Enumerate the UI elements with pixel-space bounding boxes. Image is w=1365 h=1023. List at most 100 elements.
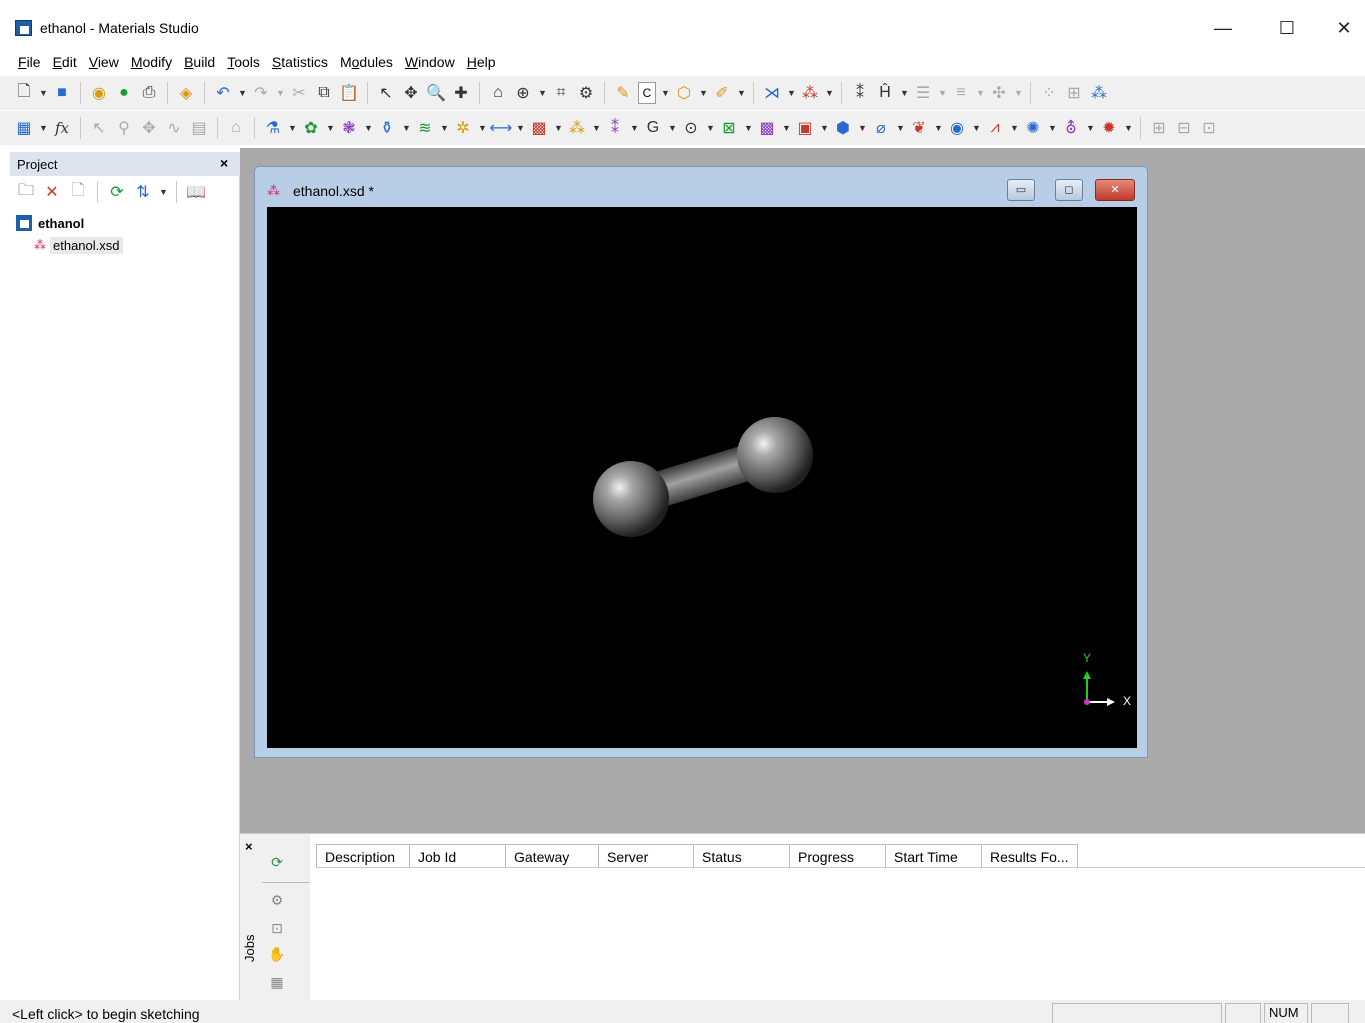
chevron-down-icon[interactable]: ▼ [238, 88, 247, 98]
translate-icon[interactable]: ✚ [451, 83, 471, 103]
chevron-down-icon[interactable]: ▼ [972, 123, 981, 133]
chevron-down-icon[interactable]: ▼ [976, 88, 985, 98]
fit-screen-icon[interactable]: ⌗ [551, 83, 571, 103]
chevron-down-icon[interactable]: ▼ [938, 88, 947, 98]
menu-build[interactable]: Build [178, 52, 221, 74]
tree-root[interactable]: ethanol [16, 212, 236, 234]
close-button[interactable]: ✕ [1316, 8, 1365, 48]
column-header-progress[interactable]: Progress [790, 844, 886, 868]
job-stop-icon[interactable]: ⊡ [266, 920, 288, 940]
menu-modify[interactable]: Modify [125, 52, 178, 74]
chevron-down-icon[interactable]: ▼ [516, 123, 525, 133]
sort-icon[interactable]: ⇅ [133, 182, 153, 202]
table-insert-icon[interactable]: ⊟ [1174, 118, 1194, 138]
document-close-button[interactable]: ✕ [1095, 179, 1135, 201]
chevron-down-icon[interactable]: ▼ [820, 123, 829, 133]
menu-view[interactable]: View [83, 52, 125, 74]
module-forcite-icon[interactable]: ⁂ [567, 118, 587, 138]
job-properties-icon[interactable]: ⚙ [266, 892, 288, 912]
chart-icon[interactable]: ▤ [189, 118, 209, 138]
module-synthia-icon[interactable]: ❦ [909, 118, 929, 138]
chevron-down-icon[interactable]: ▼ [1048, 123, 1057, 133]
menu-help[interactable]: Help [461, 52, 502, 74]
molecule-icon[interactable]: ⁂ [1089, 83, 1109, 103]
sketch-pencil-icon[interactable]: ✎ [613, 83, 633, 103]
module-mesodyn-icon[interactable]: ⊙ [681, 118, 701, 138]
chevron-down-icon[interactable]: ▼ [39, 88, 48, 98]
column-header-results-folder[interactable]: Results Fo... [982, 844, 1078, 868]
cut-icon[interactable]: ✂ [289, 83, 309, 103]
3d-viewport[interactable]: Y X [267, 207, 1137, 748]
document-maximize-button[interactable]: ◻ [1055, 179, 1083, 201]
chevron-down-icon[interactable]: ▼ [699, 88, 708, 98]
module-sorption-icon[interactable]: ⌀ [871, 118, 891, 138]
refresh-icon[interactable]: ⟳ [107, 182, 127, 202]
chevron-down-icon[interactable]: ▼ [787, 88, 796, 98]
chevron-down-icon[interactable]: ▼ [934, 123, 943, 133]
chevron-down-icon[interactable]: ▼ [630, 123, 639, 133]
module-vamp-icon[interactable]: ◉ [947, 118, 967, 138]
sketch-fragment-icon[interactable]: ✐ [712, 83, 732, 103]
refresh-icon[interactable]: ⟳ [266, 854, 288, 874]
module-dpd-icon[interactable]: ▩ [529, 118, 549, 138]
bond-icon[interactable]: ⋊ [762, 83, 782, 103]
column-header-job-id[interactable]: Job Id [410, 844, 506, 868]
menu-file[interactable]: File [12, 52, 47, 74]
module-castep-icon[interactable]: ⚱ [377, 118, 397, 138]
column-header-gateway[interactable]: Gateway [506, 844, 599, 868]
rotate-icon[interactable]: ✥ [401, 83, 421, 103]
chevron-down-icon[interactable]: ▼ [1124, 123, 1133, 133]
chevron-down-icon[interactable]: ▼ [900, 88, 909, 98]
element-field[interactable]: C [638, 82, 656, 104]
supercell-icon[interactable]: ⊞ [1064, 83, 1084, 103]
print-icon[interactable]: ◈ [176, 83, 196, 103]
import-icon[interactable]: ● [114, 83, 134, 103]
home-icon[interactable]: ⌂ [226, 118, 246, 138]
save-icon[interactable]: ■ [52, 83, 72, 103]
jobs-close-icon[interactable]: × [245, 839, 253, 854]
chevron-down-icon[interactable]: ▼ [326, 123, 335, 133]
module-blends-icon[interactable]: ❃ [339, 118, 359, 138]
module-analysis-icon[interactable]: ⩘ [985, 118, 1005, 138]
center-icon[interactable]: ⊕ [513, 83, 533, 103]
chevron-down-icon[interactable]: ▼ [538, 88, 547, 98]
job-pause-hand-icon[interactable]: ✋ [266, 946, 288, 966]
chevron-down-icon[interactable]: ▼ [39, 123, 48, 133]
lines-icon[interactable]: ≡ [951, 83, 971, 103]
chevron-down-icon[interactable]: ▼ [706, 123, 715, 133]
delete-icon[interactable]: ✕ [42, 182, 62, 202]
module-conformers-icon[interactable]: ≋ [415, 118, 435, 138]
paste-icon[interactable]: 📋 [339, 83, 359, 103]
module-gulp-icon[interactable]: ⁑ [605, 118, 625, 138]
pan-icon[interactable]: ✥ [139, 118, 159, 138]
calculator-icon[interactable]: ▦ [14, 118, 34, 138]
module-amorphous-icon[interactable]: ✿ [301, 118, 321, 138]
undo-icon[interactable]: ↶ [213, 83, 233, 103]
maximize-button[interactable]: ☐ [1259, 8, 1315, 48]
new-file-icon[interactable]: 🗋 [14, 83, 34, 103]
menu-modules[interactable]: Modules [334, 52, 399, 74]
module-onetep-icon[interactable]: ✹ [1099, 118, 1119, 138]
chevron-down-icon[interactable]: ▼ [364, 123, 373, 133]
reset-view-icon[interactable]: ⌂ [488, 83, 508, 103]
grid-icon[interactable]: ☰ [913, 83, 933, 103]
hydrogen-icon[interactable]: ⁂ [800, 83, 820, 103]
module-morphology-icon[interactable]: ⊠ [719, 118, 739, 138]
module-reflex-icon[interactable]: ⬢ [833, 118, 853, 138]
module-polymorph-icon[interactable]: ▩ [757, 118, 777, 138]
tree-item[interactable]: ⁂ ethanol.xsd [16, 234, 236, 256]
cluster-icon[interactable]: ⁘ [1039, 83, 1059, 103]
chevron-down-icon[interactable]: ▼ [1014, 88, 1023, 98]
column-header-start-time[interactable]: Start Time [886, 844, 982, 868]
open-icon[interactable]: ◉ [89, 83, 109, 103]
chevron-down-icon[interactable]: ▼ [288, 123, 297, 133]
chevron-down-icon[interactable]: ▼ [661, 88, 670, 98]
chevron-down-icon[interactable]: ▼ [782, 123, 791, 133]
measure-icon[interactable]: ⁑ [850, 83, 870, 103]
zoom-icon[interactable]: ⚲ [114, 118, 134, 138]
chevron-down-icon[interactable]: ▼ [737, 88, 746, 98]
module-qmera-icon[interactable]: ▣ [795, 118, 815, 138]
sketch-ring-icon[interactable]: ⬡ [674, 83, 694, 103]
function-icon[interactable]: fx [52, 118, 72, 138]
chevron-down-icon[interactable]: ▼ [896, 123, 905, 133]
